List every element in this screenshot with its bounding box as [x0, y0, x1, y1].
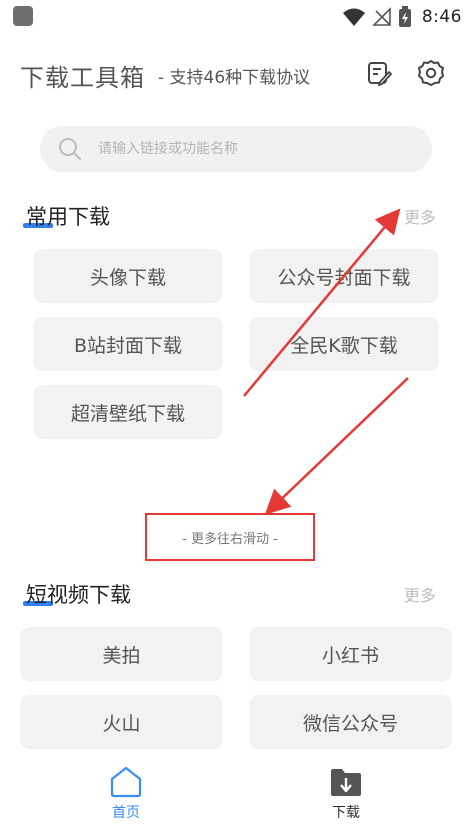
swipe-hint-box: - 更多往右滑动 -: [145, 513, 315, 561]
no-signal-icon: [371, 7, 391, 26]
chip-huoshan[interactable]: 火山: [20, 695, 223, 749]
settings-button[interactable]: [416, 58, 446, 88]
chip-wallpaper-download[interactable]: 超清壁纸下载: [33, 385, 223, 439]
app-title: 下载工具箱: [20, 64, 145, 92]
battery-charging-icon: [398, 6, 411, 27]
section-title-short-video: 短视频下载: [23, 579, 131, 609]
edit-notes-icon: [368, 62, 392, 86]
status-indicators: 8:46: [342, 4, 462, 30]
chip-avatar-download[interactable]: 头像下载: [33, 249, 223, 303]
status-bar: 8:46: [0, 0, 472, 34]
chip-xiaohongshu[interactable]: 小红书: [249, 627, 452, 681]
chip-kge-download[interactable]: 全民K歌下载: [249, 317, 439, 371]
app-notification-icon: [13, 6, 33, 26]
bottom-nav: 首页 下载: [0, 760, 472, 840]
download-folder-icon: [331, 769, 361, 796]
nav-tab-download[interactable]: 下载: [306, 766, 386, 832]
chip-wechat-cover-download[interactable]: 公众号封面下载: [249, 249, 439, 303]
more-link-short-video[interactable]: 更多: [404, 582, 436, 606]
home-icon: [110, 766, 142, 798]
chip-bilibili-cover-download[interactable]: B站封面下载: [33, 317, 223, 371]
status-time: 8:46: [421, 7, 462, 27]
notes-button[interactable]: [364, 58, 394, 88]
nav-home-label: 首页: [112, 805, 140, 821]
arrow-to-hint: [264, 377, 409, 515]
nav-download-label: 下载: [332, 805, 360, 821]
gear-icon: [418, 60, 444, 86]
nav-tab-home[interactable]: 首页: [86, 766, 166, 832]
search-icon: [59, 138, 82, 161]
section-title-common: 常用下载: [23, 201, 110, 231]
search-input[interactable]: [98, 126, 418, 172]
chip-wechat-official[interactable]: 微信公众号: [249, 695, 452, 749]
wifi-icon: [342, 8, 365, 26]
chip-meipai[interactable]: 美拍: [20, 627, 223, 681]
app-header: 下载工具箱 - 支持46种下载协议: [20, 54, 452, 94]
app-subtitle: - 支持46种下载协议: [158, 68, 311, 88]
search-bar[interactable]: [40, 126, 432, 172]
more-link-common[interactable]: 更多: [404, 204, 436, 228]
